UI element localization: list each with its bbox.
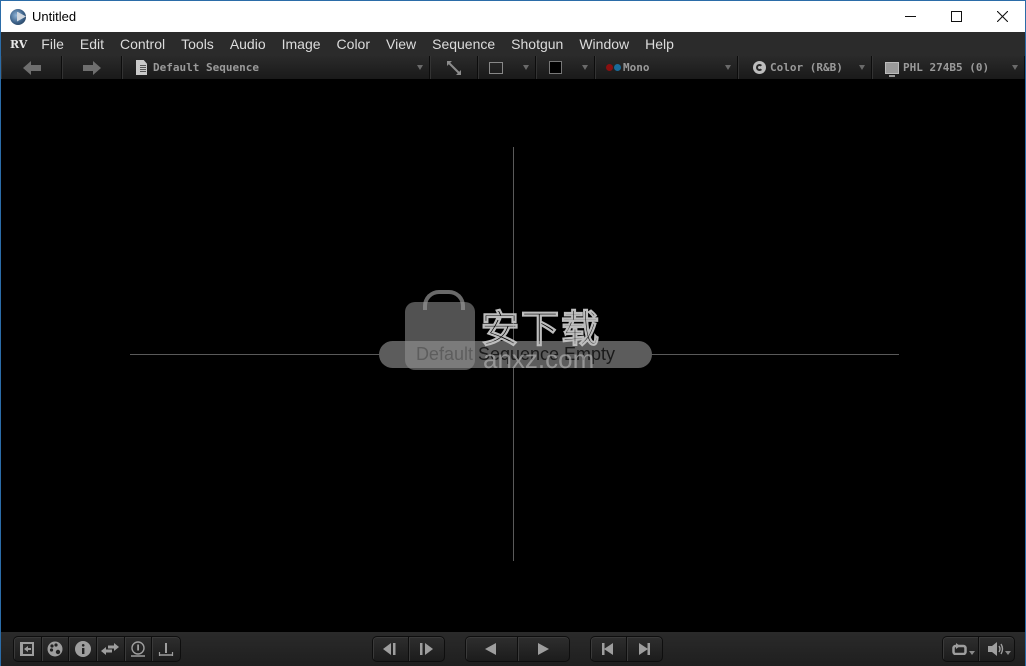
chevron-down-icon: [859, 65, 865, 70]
empty-sequence-label: Default Sequence Empty: [379, 341, 652, 368]
chevron-down-icon: [523, 65, 529, 70]
exit-fullscreen-button[interactable]: [14, 637, 42, 661]
background-select[interactable]: [536, 56, 595, 79]
arrow-left-icon: [22, 60, 41, 75]
play-backward-icon: [485, 643, 497, 655]
menu-file[interactable]: File: [41, 36, 64, 52]
forward-button[interactable]: [62, 56, 122, 79]
title-bar: Untitled: [1, 1, 1025, 32]
rv-window: Untitled RV File Edit Control Tools Audi…: [0, 0, 1026, 666]
image-viewer[interactable]: Default Sequence Empty 安下载 anxz.com: [1, 80, 1025, 631]
menu-control[interactable]: Control: [120, 36, 165, 52]
menu-sequence[interactable]: Sequence: [432, 36, 495, 52]
palette-icon: [47, 641, 63, 657]
volume-icon: [988, 642, 1004, 656]
frame-border-icon: [489, 61, 503, 74]
play-backward-button[interactable]: [466, 637, 518, 661]
blue-channel-dot-icon: [614, 64, 621, 71]
close-icon: [996, 11, 1008, 22]
background-color-swatch: [549, 61, 562, 74]
frame-select[interactable]: [478, 56, 536, 79]
menu-edit[interactable]: Edit: [80, 36, 104, 52]
minimize-icon: [904, 16, 916, 17]
display-select[interactable]: PHL 274B5 (0): [872, 56, 1025, 79]
menu-bar: RV File Edit Control Tools Audio Image C…: [1, 32, 1025, 56]
red-channel-dot-icon: [606, 64, 613, 71]
bottom-toolbar: [1, 631, 1025, 666]
loop-mode-icon: [952, 643, 967, 655]
back-button[interactable]: [1, 56, 62, 79]
toolbar: Default Sequence Mono Color (R&B) PHL 27…: [1, 56, 1025, 79]
jump-group: [590, 636, 663, 662]
chevron-down-icon: [582, 65, 588, 70]
arrow-right-icon: [83, 60, 101, 75]
jump-start-button[interactable]: [591, 637, 627, 661]
app-logo-icon: [10, 8, 26, 25]
right-tools-group: [942, 636, 1015, 662]
resize-diagonal-icon: [447, 60, 461, 75]
chevron-down-icon: [417, 65, 423, 70]
jump-start-icon: [602, 643, 614, 655]
play-forward-icon: [538, 643, 550, 655]
palette-button[interactable]: [42, 637, 70, 661]
menu-tools[interactable]: Tools: [181, 36, 214, 52]
stereo-icon: [131, 641, 146, 657]
menu-color[interactable]: Color: [337, 36, 370, 52]
step-forward-button[interactable]: [409, 637, 445, 661]
jump-end-icon: [639, 643, 651, 655]
menu-view[interactable]: View: [386, 36, 416, 52]
step-group: [372, 636, 445, 662]
menu-image[interactable]: Image: [282, 36, 321, 52]
exit-fullscreen-icon: [20, 642, 35, 656]
chevron-down-icon: [725, 65, 731, 70]
channel-select[interactable]: Mono: [595, 56, 738, 79]
step-back-button[interactable]: [373, 637, 409, 661]
play-forward-button[interactable]: [518, 637, 570, 661]
window-controls: [887, 1, 1025, 32]
timeline-icon: [159, 643, 174, 656]
timeline-button[interactable]: [152, 637, 180, 661]
swap-icon: [101, 643, 120, 655]
sequence-document-icon: [136, 60, 147, 75]
volume-button[interactable]: [979, 637, 1015, 661]
menu-help[interactable]: Help: [645, 36, 674, 52]
step-forward-icon: [420, 643, 434, 655]
source-select-value: Default Sequence: [153, 61, 259, 74]
maximize-icon: [950, 11, 962, 22]
loop-mode-button[interactable]: [943, 637, 979, 661]
menu-audio[interactable]: Audio: [230, 36, 266, 52]
step-back-icon: [383, 643, 396, 655]
close-button[interactable]: [979, 1, 1025, 32]
chevron-down-icon: [1005, 651, 1011, 655]
watermark: 安下载 anxz.com: [405, 290, 625, 382]
info-button[interactable]: [69, 637, 98, 661]
swap-button[interactable]: [97, 637, 125, 661]
window-title: Untitled: [32, 9, 77, 24]
left-tools-group: [13, 636, 181, 662]
play-group: [465, 636, 570, 662]
minimize-button[interactable]: [887, 1, 933, 32]
color-select-value: Color (R&B): [770, 61, 843, 74]
display-select-value: PHL 274B5 (0): [903, 61, 990, 74]
source-select[interactable]: Default Sequence: [122, 56, 430, 79]
stereo-button[interactable]: [125, 637, 153, 661]
maximize-button[interactable]: [933, 1, 979, 32]
chevron-down-icon: [968, 651, 975, 655]
rv-menu-logo[interactable]: RV: [10, 38, 27, 51]
monitor-icon: [885, 61, 899, 77]
info-icon: [74, 641, 91, 657]
channel-select-value: Mono: [623, 61, 650, 74]
menu-window[interactable]: Window: [579, 36, 629, 52]
fit-view-button[interactable]: [430, 56, 478, 79]
menu-shotgun[interactable]: Shotgun: [511, 36, 563, 52]
chevron-down-icon: [1012, 65, 1018, 70]
color-select[interactable]: Color (R&B): [738, 56, 872, 79]
color-c-icon: [753, 61, 766, 74]
jump-end-button[interactable]: [627, 637, 663, 661]
